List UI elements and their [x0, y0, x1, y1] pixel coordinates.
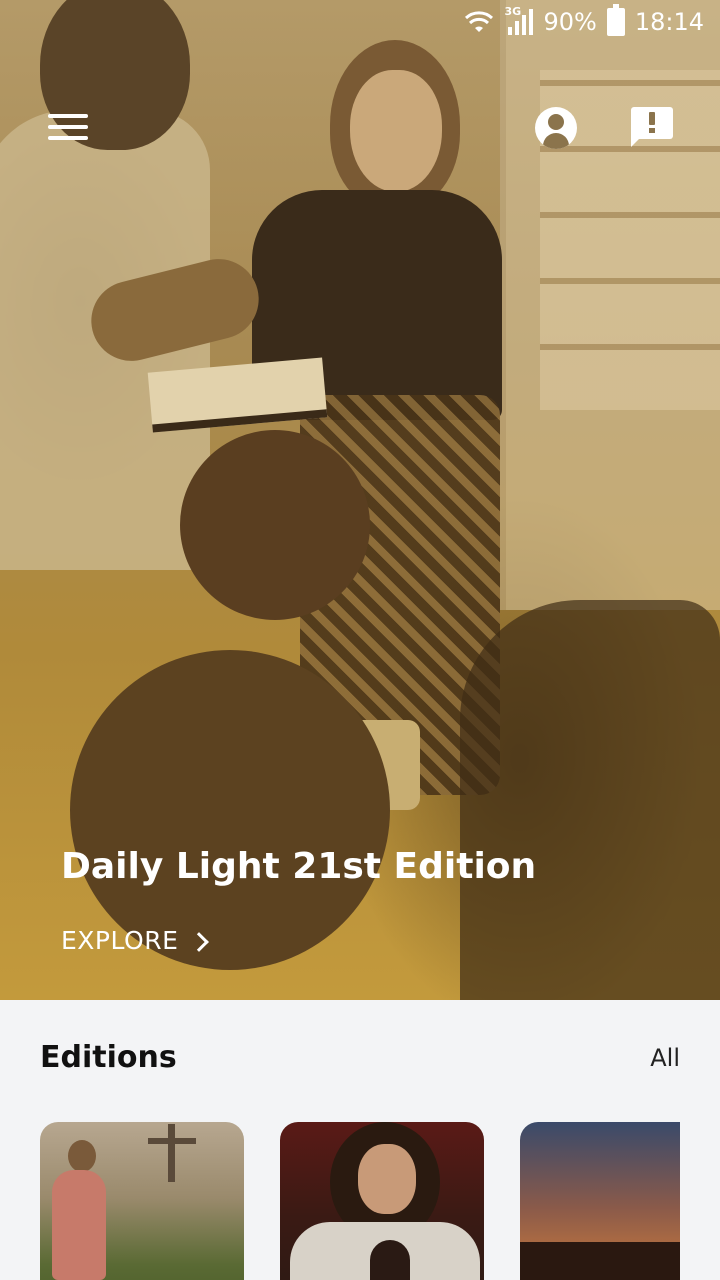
woman-face	[350, 70, 442, 192]
editions-carousel[interactable]	[40, 1122, 680, 1280]
feedback-button[interactable]	[631, 107, 673, 147]
student-head	[180, 430, 370, 620]
all-editions-link[interactable]: All	[650, 1044, 680, 1072]
student-silhouette	[460, 600, 720, 1000]
chevron-right-icon	[189, 931, 210, 952]
walker-head	[68, 1140, 96, 1172]
sunset-silhouette	[520, 1242, 680, 1280]
menu-button[interactable]	[48, 114, 88, 142]
wifi-icon	[465, 11, 494, 32]
cross-image	[168, 1124, 175, 1182]
status-bar: 3G 90% 18:14	[0, 0, 720, 48]
editions-header: Editions All	[40, 1040, 680, 1075]
edition-card[interactable]	[520, 1122, 680, 1280]
edition-card[interactable]	[280, 1122, 484, 1280]
battery-icon	[606, 4, 625, 36]
hamburger-menu-icon	[48, 114, 88, 118]
battery-percent: 90%	[543, 8, 597, 36]
editions-title: Editions	[40, 1040, 177, 1075]
hero-title: Daily Light 21st Edition	[61, 846, 537, 887]
network-type: 3G	[504, 5, 522, 18]
bible-in-hands	[370, 1240, 410, 1280]
explore-button[interactable]: EXPLORE	[61, 926, 210, 955]
hero-banner[interactable]: Daily Light 21st Edition EXPLORE	[0, 0, 720, 1000]
explore-label: EXPLORE	[61, 926, 179, 955]
cell-signal-icon: 3G	[504, 5, 534, 35]
walker-figure	[52, 1170, 106, 1280]
status-icons: 3G 90% 18:14	[464, 4, 704, 36]
woman-face	[358, 1144, 416, 1214]
student-head-foreground	[70, 650, 390, 970]
clock: 18:14	[634, 8, 704, 36]
profile-button[interactable]	[535, 107, 577, 149]
edition-card[interactable]	[40, 1122, 244, 1280]
